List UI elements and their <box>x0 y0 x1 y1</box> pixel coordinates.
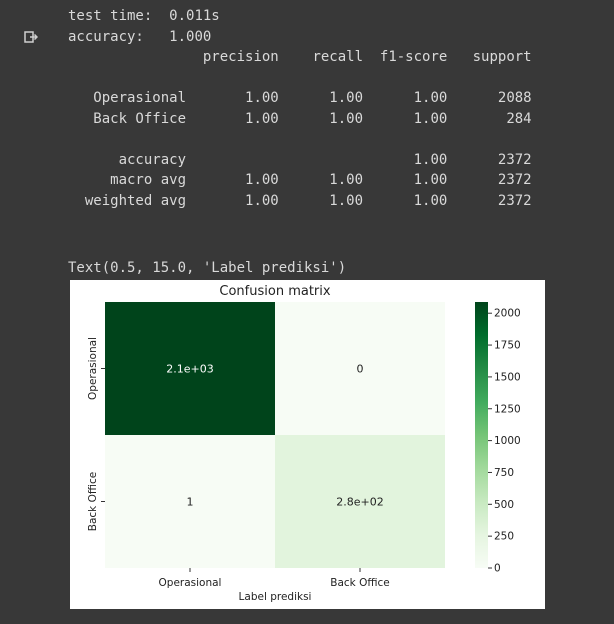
x-tick-label: Operasional <box>159 577 222 589</box>
report-summary-row-f1: 1.00 <box>363 172 448 188</box>
report-summary-row-f1: 1.00 <box>363 151 448 168</box>
report-row-f1: 1.00 <box>363 90 448 106</box>
accuracy-label: accuracy: <box>68 28 144 45</box>
report-row-precision: 1.00 <box>186 110 279 127</box>
report-row-label: Back Office <box>68 110 187 127</box>
report-summary-row-recall <box>279 152 363 168</box>
y-tick-label: Operasional <box>87 337 99 400</box>
chart-title: Confusion matrix <box>219 284 330 299</box>
colorbar-tick-label: 1500 <box>494 371 521 383</box>
colorbar-tick-label: 750 <box>494 467 514 479</box>
report-summary-row-precision: 1.00 <box>186 192 279 209</box>
confusion-matrix-chart: Confusion matrix 2.1e+03 0 1 2.8e+02 Operasio… <box>87 284 521 603</box>
report-summary-row-f1: 1.00 <box>363 192 448 209</box>
report-summary-row-support: 2372 <box>447 192 532 209</box>
x-tick-label: Back Office <box>330 577 389 589</box>
colorbar-tick-label: 2000 <box>494 308 521 320</box>
colorbar-tick-label: 500 <box>494 499 514 511</box>
report-header-precision: precision <box>186 49 279 65</box>
report-row-label: Operasional <box>68 90 187 106</box>
report-header-support: support <box>447 49 532 65</box>
cell-annotation: 2.8e+02 <box>336 496 383 509</box>
report-header-f1-score: f1-score <box>363 49 448 65</box>
y-tick-label: Back Office <box>87 472 99 531</box>
test-time-label: test time: <box>68 8 153 24</box>
cell-annotation: 1 <box>187 496 194 509</box>
confusion-matrix-figure: Confusion matrix 2.1e+03 0 1 2.8e+02 Operasio… <box>70 280 545 609</box>
report-row-support: 2088 <box>447 90 532 106</box>
classification-report: test time: 0.011s accuracy: 1.000 precis… <box>68 6 532 211</box>
report-summary-row-support: 2372 <box>447 172 532 188</box>
report-row-f1: 1.00 <box>363 110 448 127</box>
report-summary-row-recall: 1.00 <box>278 192 364 209</box>
report-row-support: 284 <box>447 110 532 127</box>
accuracy-value: 1.000 <box>169 28 212 45</box>
report-row-recall: 1.00 <box>278 90 364 106</box>
output-gutter <box>0 0 58 624</box>
x-axis-label: Label prediksi <box>239 591 312 603</box>
colorbar-tick-label: 1750 <box>494 340 521 352</box>
report-row-precision: 1.00 <box>186 90 279 106</box>
output-arrow-icon[interactable] <box>24 30 38 44</box>
report-summary-row-label: accuracy <box>68 151 187 168</box>
report-header-recall: recall <box>278 49 364 65</box>
report-summary-row-support: 2372 <box>447 151 532 168</box>
colorbar <box>475 302 488 568</box>
output-cell: test time: 0.011s accuracy: 1.000 precis… <box>0 0 614 624</box>
cell-annotation: 0 <box>357 363 364 376</box>
report-summary-row-precision <box>186 152 279 168</box>
colorbar-tick-label: 250 <box>494 531 514 543</box>
report-summary-row-recall: 1.00 <box>278 172 364 188</box>
report-summary-row-label: weighted avg <box>68 192 187 209</box>
cell-annotation: 2.1e+03 <box>166 363 213 376</box>
colorbar-tick-label: 1000 <box>494 435 521 447</box>
report-row-recall: 1.00 <box>278 110 364 127</box>
report-summary-row-label: macro avg <box>68 172 187 188</box>
text-repr-output: Text(0.5, 15.0, 'Label prediksi') <box>68 260 347 276</box>
report-summary-row-precision: 1.00 <box>186 172 279 188</box>
test-time-value: 0.011s <box>169 8 220 24</box>
colorbar-tick-label: 1250 <box>494 403 521 415</box>
colorbar-tick-label: 0 <box>494 563 501 575</box>
